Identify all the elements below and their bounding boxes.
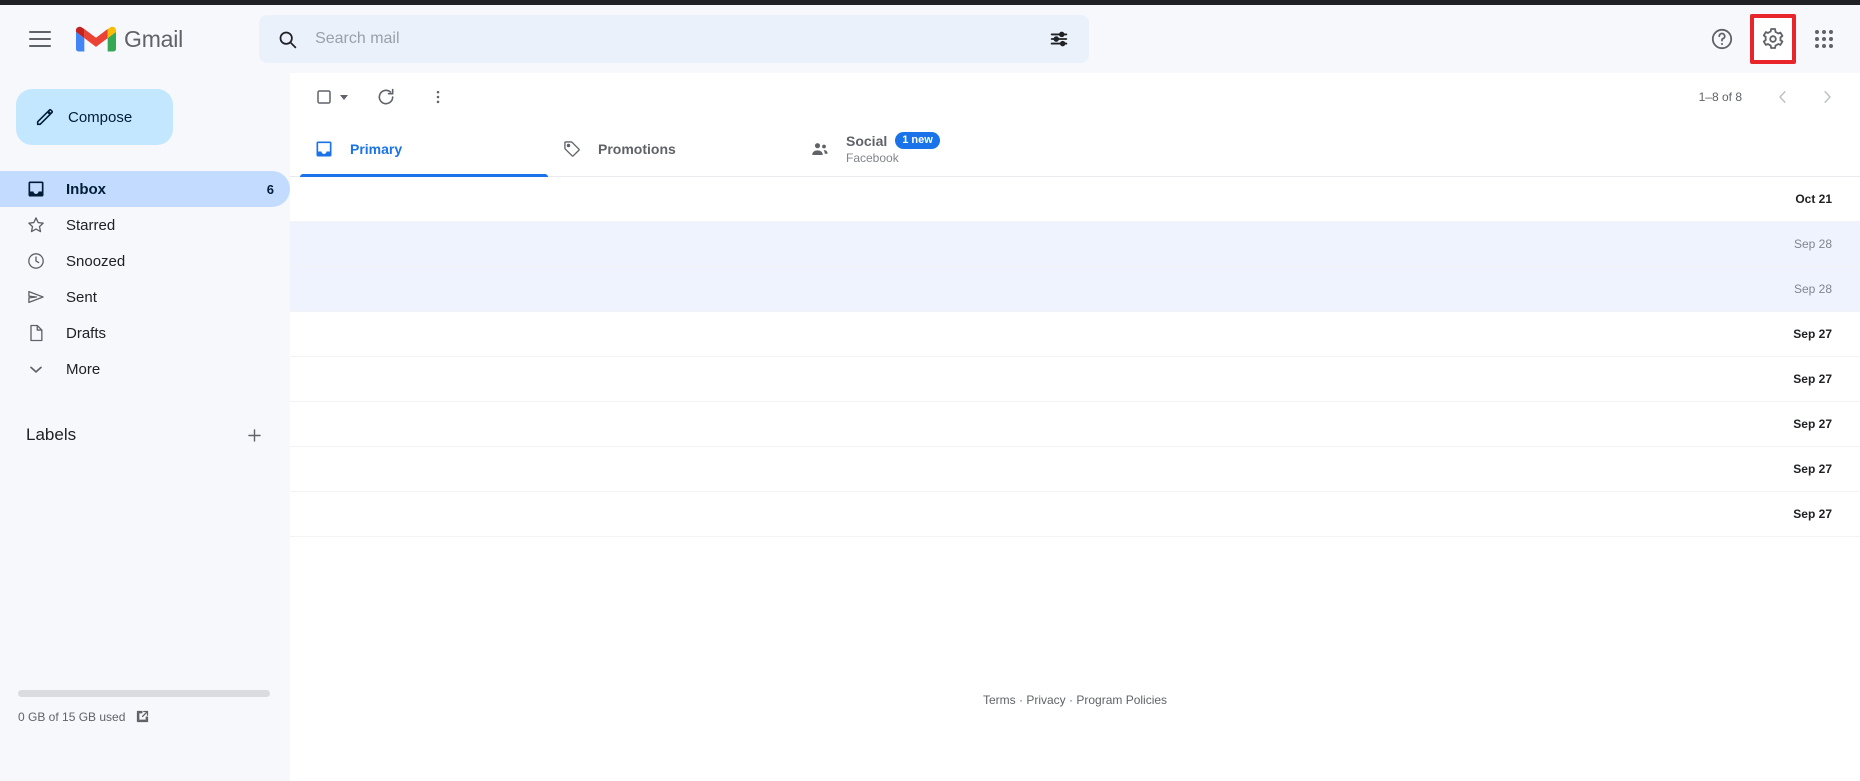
storage-section: 0 GB of 15 GB used — [0, 690, 290, 724]
terms-link[interactable]: Terms — [983, 693, 1016, 707]
more-vertical-icon[interactable] — [418, 77, 458, 117]
external-link-icon[interactable] — [135, 709, 150, 724]
tab-social-text: Social 1 new Facebook — [846, 132, 940, 165]
privacy-link[interactable]: Privacy — [1026, 693, 1065, 707]
mail-date: Sep 27 — [1793, 507, 1832, 521]
footer-links: Terms · Privacy · Program Policies — [290, 693, 1860, 707]
refresh-icon[interactable] — [366, 77, 406, 117]
compose-button[interactable]: Compose — [16, 89, 173, 145]
sidebar-item-label: Sent — [66, 288, 97, 306]
header-actions — [1700, 5, 1846, 73]
chevron-left-icon[interactable] — [1766, 80, 1800, 114]
table-row[interactable]: Sep 27 — [290, 402, 1860, 447]
tab-label: Promotions — [598, 140, 676, 157]
tab-label: Primary — [350, 140, 403, 157]
pagination-controls: 1–8 of 8 — [1699, 73, 1844, 121]
mail-date: Oct 21 — [1795, 192, 1832, 206]
table-row[interactable]: Sep 28 — [290, 267, 1860, 312]
sidebar-item-label: Snoozed — [66, 252, 126, 270]
mail-list: Oct 21 Sep 28 Sep 28 Sep 27 Sep 27 Sep 2 — [290, 177, 1860, 537]
sidebar-item-label: Drafts — [66, 324, 107, 342]
chevron-down-icon — [26, 359, 46, 379]
tab-promotions[interactable]: Promotions — [548, 121, 796, 176]
inbox-unread-count: 6 — [266, 181, 274, 197]
table-row[interactable]: Sep 27 — [290, 447, 1860, 492]
sidebar-item-starred[interactable]: Starred — [0, 207, 290, 243]
chevron-down-icon[interactable] — [340, 94, 348, 100]
mail-main-panel: 1–8 of 8 Primary Promotions Social 1 new… — [290, 73, 1860, 781]
storage-progress-bar — [18, 690, 270, 697]
mail-date: Sep 27 — [1793, 372, 1832, 386]
table-row[interactable]: Sep 27 — [290, 492, 1860, 537]
footer-separator: · — [1018, 693, 1023, 707]
mail-date: Sep 27 — [1793, 417, 1832, 431]
sidebar-item-snoozed[interactable]: Snoozed — [0, 243, 290, 279]
sidebar-item-label: More — [66, 360, 101, 378]
mail-date: Sep 27 — [1793, 327, 1832, 341]
pagination-range: 1–8 of 8 — [1698, 90, 1742, 104]
star-icon — [26, 215, 46, 235]
storage-text-row: 0 GB of 15 GB used — [18, 709, 290, 724]
sidebar-item-drafts[interactable]: Drafts — [0, 315, 290, 351]
send-icon — [26, 287, 46, 307]
people-icon — [810, 139, 830, 159]
document-icon — [26, 323, 46, 343]
mail-date: Sep 28 — [1793, 282, 1832, 296]
sidebar-item-more[interactable]: More — [0, 351, 290, 387]
table-row[interactable]: Sep 27 — [290, 312, 1860, 357]
footer-separator: · — [1069, 693, 1073, 707]
tab-subtitle: Facebook — [846, 151, 899, 165]
tag-icon — [562, 139, 582, 159]
tab-label: Social — [846, 132, 888, 149]
sidebar: Compose Inbox 6 Starred Snoozed Sent Dra… — [0, 73, 290, 781]
mail-date: Sep 28 — [1793, 237, 1832, 251]
sidebar-nav: Inbox 6 Starred Snoozed Sent Drafts More — [0, 171, 290, 387]
app-header: Gmail — [0, 5, 1860, 73]
brand-label: Gmail — [124, 25, 184, 52]
inbox-category-tabs: Primary Promotions Social 1 new Facebook — [290, 121, 1860, 177]
list-toolbar: 1–8 of 8 — [290, 73, 1860, 121]
inbox-icon — [26, 179, 46, 199]
chevron-right-icon[interactable] — [1810, 80, 1844, 114]
inbox-tab-icon — [314, 139, 334, 159]
program-policies-link[interactable]: Program Policies — [1076, 693, 1167, 707]
labels-header-label: Labels — [26, 425, 77, 444]
checkbox-icon[interactable] — [304, 77, 344, 117]
gmail-app: Gmail Search mail Compose Inbox 6 Starre… — [0, 0, 1860, 781]
tune-filter-icon[interactable] — [1039, 19, 1079, 59]
hamburger-icon[interactable] — [16, 15, 64, 63]
help-circle-icon[interactable] — [1700, 17, 1744, 61]
clock-icon — [26, 251, 46, 271]
table-row[interactable]: Sep 27 — [290, 357, 1860, 402]
plus-icon[interactable] — [240, 421, 268, 449]
apps-grid-icon[interactable] — [1802, 17, 1846, 61]
search-bar[interactable] — [259, 15, 1090, 63]
sidebar-item-sent[interactable]: Sent — [0, 279, 290, 315]
select-all-control[interactable] — [304, 77, 348, 117]
compose-label: Compose — [68, 108, 133, 126]
table-row[interactable]: Sep 28 — [290, 222, 1860, 267]
sidebar-item-inbox[interactable]: Inbox 6 — [0, 171, 290, 207]
gmail-brand[interactable]: Gmail — [76, 24, 183, 54]
table-row[interactable]: Oct 21 — [290, 177, 1860, 222]
sidebar-item-label: Starred — [66, 216, 116, 234]
mail-date: Sep 27 — [1793, 462, 1832, 476]
sidebar-item-label: Inbox — [66, 180, 106, 198]
gear-icon — [1762, 28, 1784, 49]
tab-social[interactable]: Social 1 new Facebook — [796, 121, 1044, 176]
pencil-icon — [36, 109, 53, 126]
status-badge: 1 new — [895, 132, 940, 149]
storage-usage-label: 0 GB of 15 GB used — [18, 709, 126, 724]
gmail-logo-icon — [76, 26, 116, 52]
search-input[interactable] — [307, 30, 1040, 48]
tab-primary[interactable]: Primary — [300, 121, 548, 177]
labels-header-row: Labels — [0, 417, 290, 453]
search-icon[interactable] — [267, 19, 307, 59]
settings-gear-button[interactable] — [1750, 14, 1796, 64]
tab-social-title-row: Social 1 new — [846, 132, 940, 149]
